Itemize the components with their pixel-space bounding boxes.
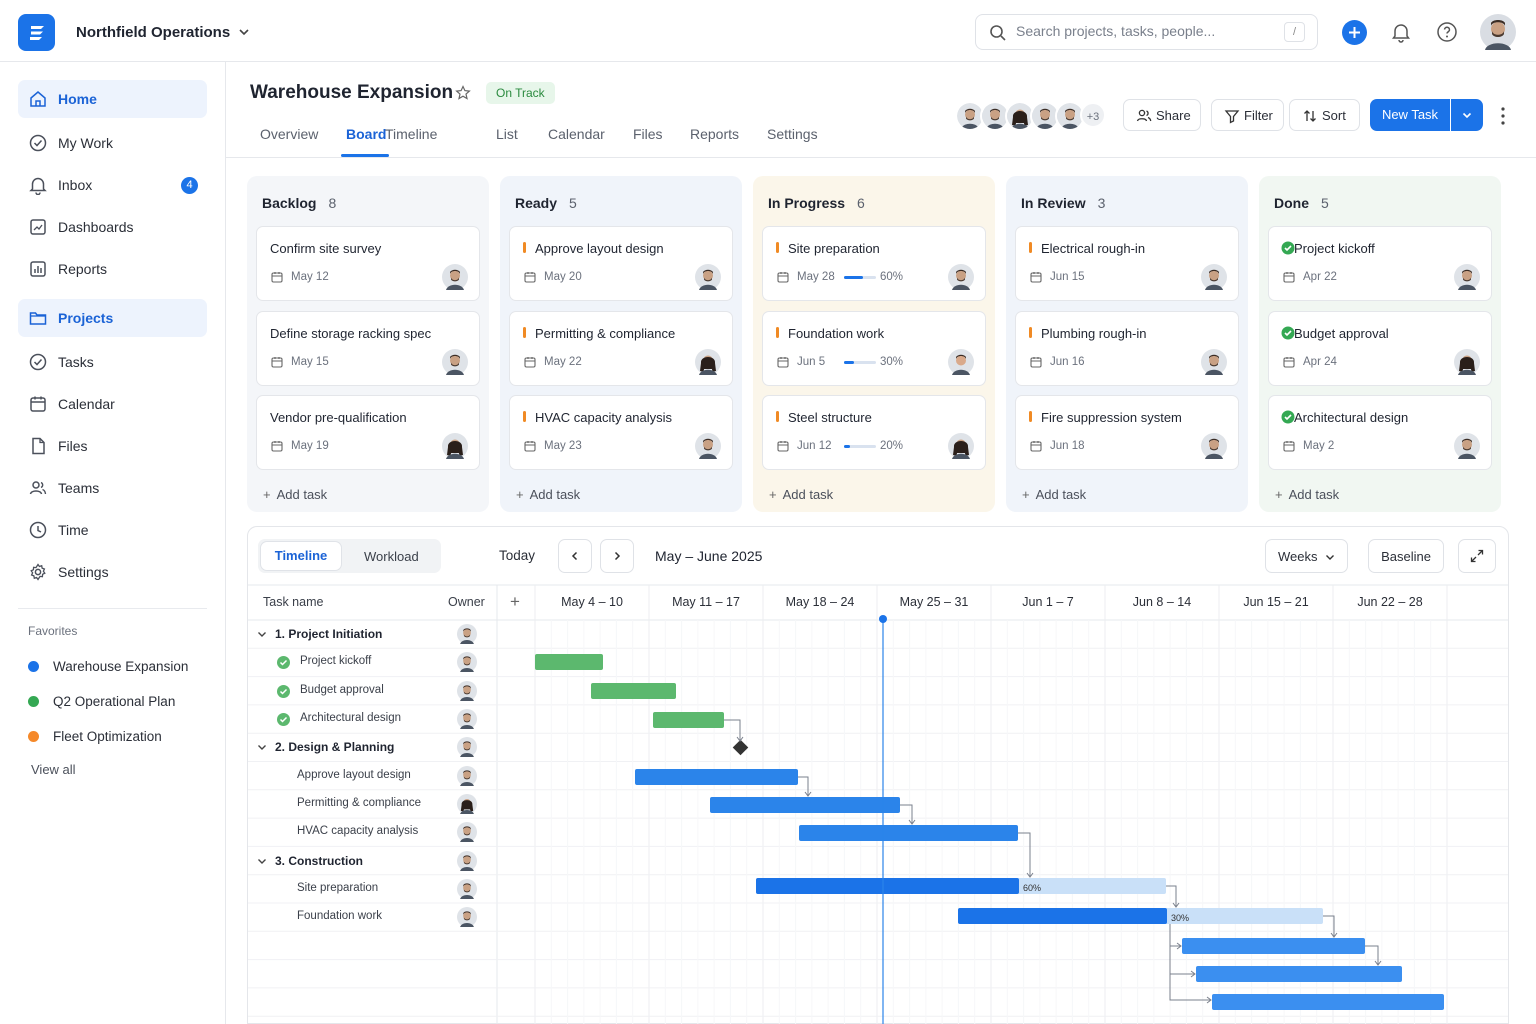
- task-bar: [653, 712, 724, 728]
- completed-check-icon: [277, 656, 290, 672]
- completed-check-icon: [277, 684, 290, 701]
- task-row-label[interactable]: Budget approval: [300, 684, 384, 696]
- week-header: May 18 – 24: [785, 595, 855, 609]
- task-row-label[interactable]: Approve layout design: [297, 769, 411, 781]
- group-row-label[interactable]: 1. Project Initiation: [275, 627, 382, 641]
- owner-avatar[interactable]: [457, 765, 477, 789]
- task-bar: [591, 683, 676, 699]
- collapse-chevron-icon[interactable]: [256, 855, 268, 870]
- week-header: Jun 15 – 21: [1243, 595, 1309, 609]
- week-header: May 25 – 31: [899, 595, 969, 609]
- task-bar-progress: [958, 908, 1167, 924]
- gantt-chart: 60% 30%: [248, 584, 1508, 1024]
- group-row-label[interactable]: 2. Design & Planning: [275, 740, 394, 754]
- milestone-diamond: [732, 739, 749, 756]
- owner-avatar[interactable]: [457, 709, 477, 732]
- add-column-button[interactable]: +: [510, 592, 520, 612]
- owner-avatar[interactable]: [457, 624, 477, 647]
- task-row-label[interactable]: HVAC capacity analysis: [297, 825, 418, 837]
- task-bar: [710, 797, 900, 813]
- task-bar-progress: [756, 878, 1019, 894]
- owner-avatar[interactable]: [457, 793, 477, 817]
- task-bar: [1196, 966, 1402, 982]
- task-bar: [1182, 938, 1365, 954]
- week-header: May 11 – 17: [672, 595, 740, 609]
- owner-avatar[interactable]: [457, 907, 477, 930]
- owner-avatar[interactable]: [457, 680, 477, 704]
- dependency-arrow: [1166, 885, 1177, 907]
- dependency-arrow: [1323, 915, 1335, 937]
- task-row-label[interactable]: Architectural design: [300, 712, 401, 724]
- group-row-label[interactable]: 3. Construction: [275, 854, 363, 868]
- owner-avatar[interactable]: [457, 737, 477, 760]
- column-header-task-name: Task name: [263, 595, 324, 609]
- task-row-label[interactable]: Site preparation: [297, 882, 378, 894]
- owner-avatar[interactable]: [457, 652, 477, 675]
- week-header: Jun 8 – 14: [1132, 595, 1192, 609]
- task-bar: [799, 825, 1018, 841]
- owner-avatar[interactable]: [457, 878, 477, 902]
- dependency-arrow: [798, 776, 809, 796]
- column-header-owner: Owner: [448, 595, 485, 609]
- bar-progress-label: 60%: [1023, 883, 1041, 893]
- collapse-chevron-icon[interactable]: [256, 741, 268, 756]
- task-bar: [635, 769, 798, 785]
- completed-check-icon: [277, 713, 290, 729]
- task-row-label[interactable]: Foundation work: [297, 910, 382, 922]
- week-header: Jun 22 – 28: [1357, 595, 1423, 609]
- task-bar: [1212, 994, 1444, 1010]
- week-header: May 4 – 10: [561, 595, 623, 609]
- dependency-arrow: [1169, 924, 1181, 947]
- task-bar: [535, 654, 603, 670]
- today-marker: [879, 615, 887, 623]
- task-row-label[interactable]: Permitting & compliance: [297, 797, 421, 809]
- collapse-chevron-icon[interactable]: [256, 628, 268, 643]
- owner-avatar[interactable]: [457, 822, 477, 845]
- bar-progress-label: 30%: [1171, 913, 1189, 923]
- week-header: Jun 1 – 7: [1022, 595, 1074, 609]
- task-row-label[interactable]: Project kickoff: [300, 655, 371, 667]
- owner-avatar[interactable]: [457, 850, 477, 874]
